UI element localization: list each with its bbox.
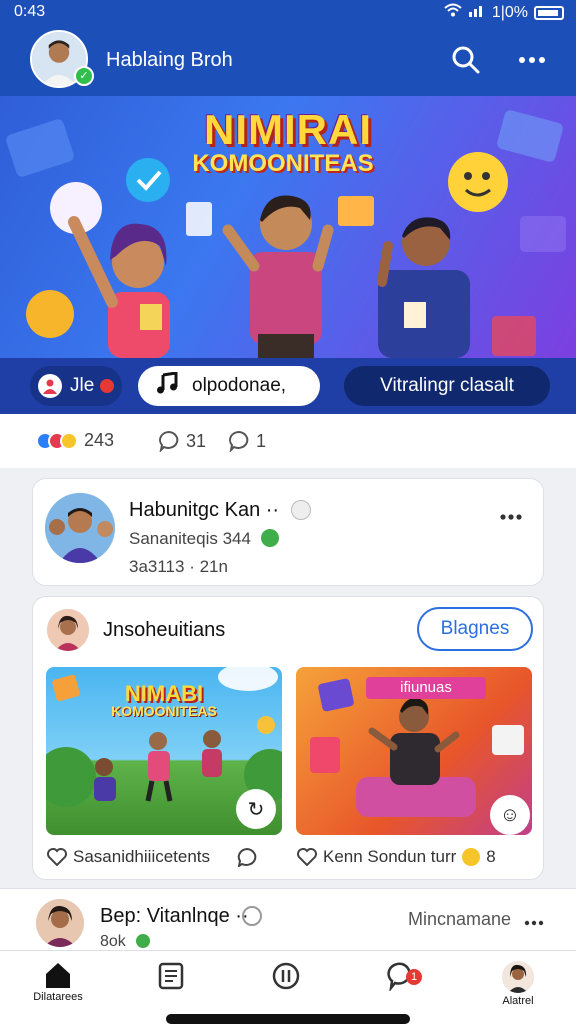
share-icon[interactable]: [236, 847, 258, 867]
battery-text: 1|0%: [491, 3, 528, 21]
nav-notifications[interactable]: 1: [372, 961, 432, 1017]
post-right-label: Mincnamane: [408, 909, 512, 929]
comment-icon: [159, 430, 179, 452]
heart-icon[interactable]: [47, 848, 67, 866]
thumbnail-caption: Sasanidhiiicetents: [47, 847, 258, 867]
post-author-name[interactable]: Habunitgc Kan ··: [129, 499, 279, 522]
page-title: Hablaing Broh: [106, 49, 233, 71]
chip-profile[interactable]: Jle: [30, 366, 122, 406]
smile-icon: [261, 529, 279, 547]
post-preview[interactable]: Bep: Vitanlnqe ·· 8ok Mincnamane: [0, 888, 576, 950]
chip-viral[interactable]: Vitralingr clasalt: [344, 366, 550, 406]
emoji-icon: [291, 500, 311, 520]
thumbnail-caption: Kenn Sondun turr 8: [297, 847, 496, 867]
chip-profile-label: Jle: [70, 375, 95, 396]
post-meta: 3a3113 · 21n: [129, 557, 228, 576]
nav-watch[interactable]: [256, 961, 316, 1017]
music-note-icon: [156, 371, 178, 400]
status-icons: 1|0%: [444, 3, 564, 22]
thumbnail-subtitle: KOMOONITEAS: [111, 703, 217, 719]
signal-icon: [468, 3, 486, 22]
video-thumbnail[interactable]: ifiunuas ☺: [296, 667, 532, 835]
post-avatar[interactable]: [47, 609, 89, 651]
caption-text: Kenn Sondun turr: [323, 847, 457, 866]
chip-music[interactable]: olpodonae,: [138, 366, 320, 406]
chip-viral-label: Vitralingr clasalt: [380, 375, 514, 396]
status-time: 0:43: [14, 3, 46, 20]
notification-badge: 1: [406, 969, 422, 985]
verified-check-icon: ✓: [74, 66, 94, 86]
video-thumbnail[interactable]: NIMABI KOMOONITEAS ↻: [46, 667, 282, 835]
post-author-name[interactable]: Bep: Vitanlnqe ··: [100, 905, 249, 928]
emoji-icon: [136, 934, 150, 948]
post-card[interactable]: Jnsoheuitians Blagnes NIMABI KOMOONITEAS…: [32, 596, 544, 880]
battery-icon: [534, 5, 564, 20]
shares-count: 1: [256, 430, 267, 451]
hero-banner[interactable]: NIMIRAI KOMOONITEAS: [0, 96, 576, 358]
verified-badge-icon: [242, 906, 262, 926]
more-icon: [524, 920, 544, 926]
hero-subtitle: KOMOONITEAS: [192, 150, 374, 177]
status-bar: 0:43 1|0%: [0, 0, 576, 24]
hero-title: NIMIRAI: [204, 106, 372, 153]
emoji-icon: [462, 848, 481, 866]
home-icon: [46, 963, 70, 988]
thumbnail-banner: ifiunuas: [366, 677, 486, 699]
wifi-icon: [444, 3, 462, 22]
reaction-icons: [36, 431, 78, 450]
more-icon: [519, 57, 545, 63]
avatar-badge-icon: ☺: [490, 795, 530, 835]
home-indicator: [166, 1014, 410, 1024]
post-card[interactable]: Habunitgc Kan ·· Sananiteqis 344 3a3113 …: [32, 478, 544, 586]
shares-button[interactable]: 1: [228, 430, 266, 452]
post-subtitle: Sananiteqis 344: [129, 529, 251, 548]
nav-home-label: Dilatarees: [33, 991, 83, 1003]
bottom-navigation: Dilatarees 1 Alatrel: [0, 950, 576, 1024]
reactions-bar: 243 31 1: [0, 414, 576, 468]
caption-text: Sasanidhiiicetents: [73, 847, 211, 866]
search-button[interactable]: [448, 42, 484, 78]
post-avatar[interactable]: [45, 493, 115, 563]
caption-count: 8: [486, 847, 496, 866]
post-more-button[interactable]: [499, 501, 523, 527]
news-icon: [158, 962, 184, 990]
loading-icon: ↻: [236, 789, 276, 829]
chip-row: Jle olpodonae, Vitralingr clasalt: [0, 358, 576, 414]
comments-button[interactable]: 31: [158, 430, 206, 452]
post-avatar[interactable]: [36, 899, 84, 947]
refresh-icon: [272, 962, 300, 990]
chip-music-label: olpodonae,: [192, 375, 287, 396]
post-more-button[interactable]: [524, 907, 544, 933]
top-bar: 0:43 1|0% ✓ Hablaing Broh: [0, 0, 576, 96]
likes-count: 243: [84, 430, 115, 450]
more-options-button[interactable]: [514, 42, 550, 78]
likes-count-button[interactable]: 243: [36, 430, 114, 451]
nav-profile-label: Alatrel: [502, 995, 534, 1007]
post-subtitle: 8ok: [100, 933, 126, 950]
heart-icon[interactable]: [297, 848, 317, 866]
more-icon: [500, 514, 522, 520]
comments-count: 31: [186, 430, 207, 451]
nav-home[interactable]: Dilatarees: [28, 961, 88, 1017]
profile-avatar: [502, 961, 534, 993]
chip-badge-icon: [100, 379, 115, 393]
search-icon: [452, 46, 480, 74]
profile-icon: [38, 374, 62, 398]
follow-button[interactable]: Blagnes: [417, 607, 533, 651]
nav-news[interactable]: [142, 961, 202, 1017]
post-author-name[interactable]: Jnsoheuitians: [103, 619, 225, 642]
share-icon: [229, 430, 249, 452]
nav-profile[interactable]: Alatrel: [488, 961, 548, 1017]
